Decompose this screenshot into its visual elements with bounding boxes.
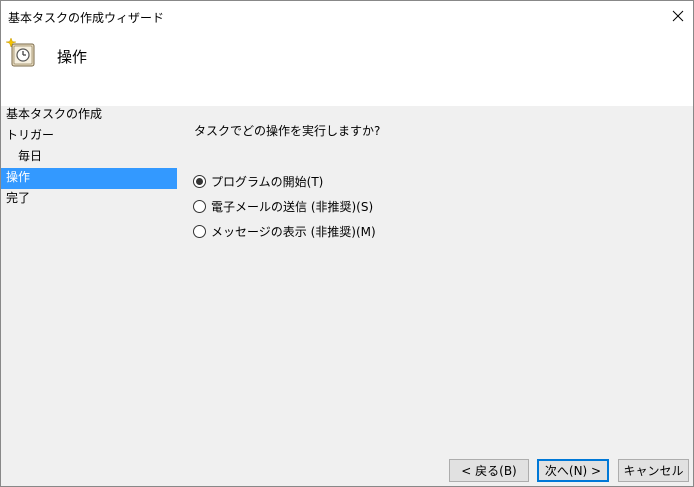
option-display-message[interactable]: メッセージの表示 (非推奨)(M)	[193, 223, 376, 239]
option-display-message-label[interactable]: メッセージの表示 (非推奨)(M)	[211, 223, 376, 240]
scheduled-task-clock-icon	[6, 37, 35, 67]
wizard-window: 基本タスクの作成ウィザード 操作 基本タスクの作成 トリガー 毎日 操作 完了 …	[0, 0, 694, 487]
radio-send-email[interactable]	[193, 199, 206, 213]
title-bar[interactable]: 基本タスクの作成ウィザード	[1, 1, 693, 31]
option-send-email[interactable]: 電子メールの送信 (非推奨)(S)	[193, 198, 373, 214]
radio-start-program[interactable]	[193, 174, 206, 188]
radio-display-message[interactable]	[193, 224, 206, 238]
next-button[interactable]: 次へ(N) >	[537, 459, 609, 482]
back-button[interactable]: < 戻る(B)	[449, 459, 529, 482]
nav-item-action: 操作	[1, 168, 177, 189]
nav-item-finish: 完了	[6, 191, 31, 205]
option-send-email-label[interactable]: 電子メールの送信 (非推奨)(S)	[211, 198, 373, 215]
nav-item-daily: 毎日	[18, 149, 43, 163]
close-icon[interactable]	[672, 10, 684, 22]
wizard-steps-nav: 基本タスクの作成 トリガー 毎日 操作 完了	[1, 105, 177, 210]
option-start-program[interactable]: プログラムの開始(T)	[193, 173, 323, 189]
close-button[interactable]	[663, 1, 693, 31]
option-start-program-label[interactable]: プログラムの開始(T)	[211, 173, 323, 190]
nav-item-create-basic-task: 基本タスクの作成	[6, 107, 103, 121]
nav-item-trigger: トリガー	[6, 128, 55, 142]
page-title: 操作	[57, 48, 88, 66]
cancel-button[interactable]: キャンセル	[618, 459, 689, 482]
wizard-header: 操作	[1, 31, 693, 106]
action-question: タスクでどの操作を実行しますか?	[194, 124, 381, 138]
window-title: 基本タスクの作成ウィザード	[8, 11, 165, 25]
